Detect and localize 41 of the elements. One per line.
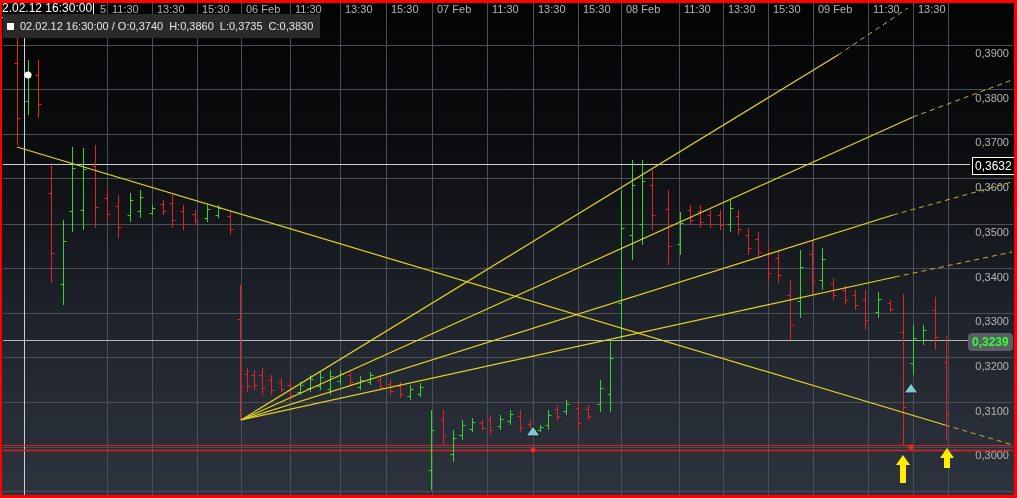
time-axis-label: 11:30	[873, 3, 900, 15]
arrow-up-icon	[940, 448, 954, 468]
cursor-dot-icon	[24, 71, 32, 79]
time-axis-label: 13:30	[918, 3, 946, 15]
price-axis-label: 0,3100	[975, 404, 1009, 417]
price-axis-label: 0,3200	[975, 359, 1009, 372]
signal-triangle-icon	[525, 425, 541, 437]
time-axis-label: 15:30	[391, 3, 419, 15]
time-axis-label: 13:30	[345, 3, 373, 15]
ohlc-text: H:0,3860	[169, 20, 214, 32]
last-price-label: 0,3239	[968, 333, 1013, 351]
time-axis-label: 15:30	[202, 3, 230, 15]
ohlc-text: 02.02.12 16:30:00 / O:0,3740	[20, 20, 164, 32]
price-axis-label: 0,3500	[975, 225, 1009, 238]
price-axis-label: 0,3900	[975, 47, 1009, 59]
time-axis-label: 07 Feb	[437, 3, 472, 15]
time-axis-label: 15:30	[583, 3, 611, 15]
ohlc-text: C:0,3830	[268, 20, 314, 32]
price-axis-label: 0,3400	[975, 270, 1009, 283]
time-axis-label: 15:30	[773, 3, 801, 15]
signal-triangle-icon	[903, 382, 919, 394]
time-axis-label: 11:30	[492, 3, 519, 15]
time-axis-label: 13:30	[728, 3, 756, 15]
time-axis-label: 06 Feb	[246, 3, 281, 15]
price-axis-label: 0,3300	[975, 315, 1009, 328]
square-icon	[7, 22, 14, 30]
time-axis-label: 5	[100, 3, 107, 15]
time-axis-label: 11:30	[684, 3, 711, 15]
price-axis-label: 0,3700	[975, 136, 1009, 149]
ohlc-text: L:0,3735	[219, 20, 263, 32]
crosshair-price-label: 0,3632	[972, 157, 1014, 175]
time-axis-label: 11:30	[295, 3, 322, 15]
price-axis-label: 0,3600	[975, 181, 1009, 194]
time-axis-label: 13:30	[538, 3, 566, 15]
price-axis-label: 0,3800	[975, 91, 1009, 104]
time-axis-label: 11:30	[112, 3, 139, 15]
price-axis-label: 0,3000	[975, 449, 1009, 462]
time-axis-label: 08 Feb	[626, 3, 661, 15]
time-axis-label: 09 Feb	[818, 3, 853, 15]
time-axis-label: 13:30	[157, 3, 185, 15]
arrow-up-icon	[896, 455, 910, 483]
